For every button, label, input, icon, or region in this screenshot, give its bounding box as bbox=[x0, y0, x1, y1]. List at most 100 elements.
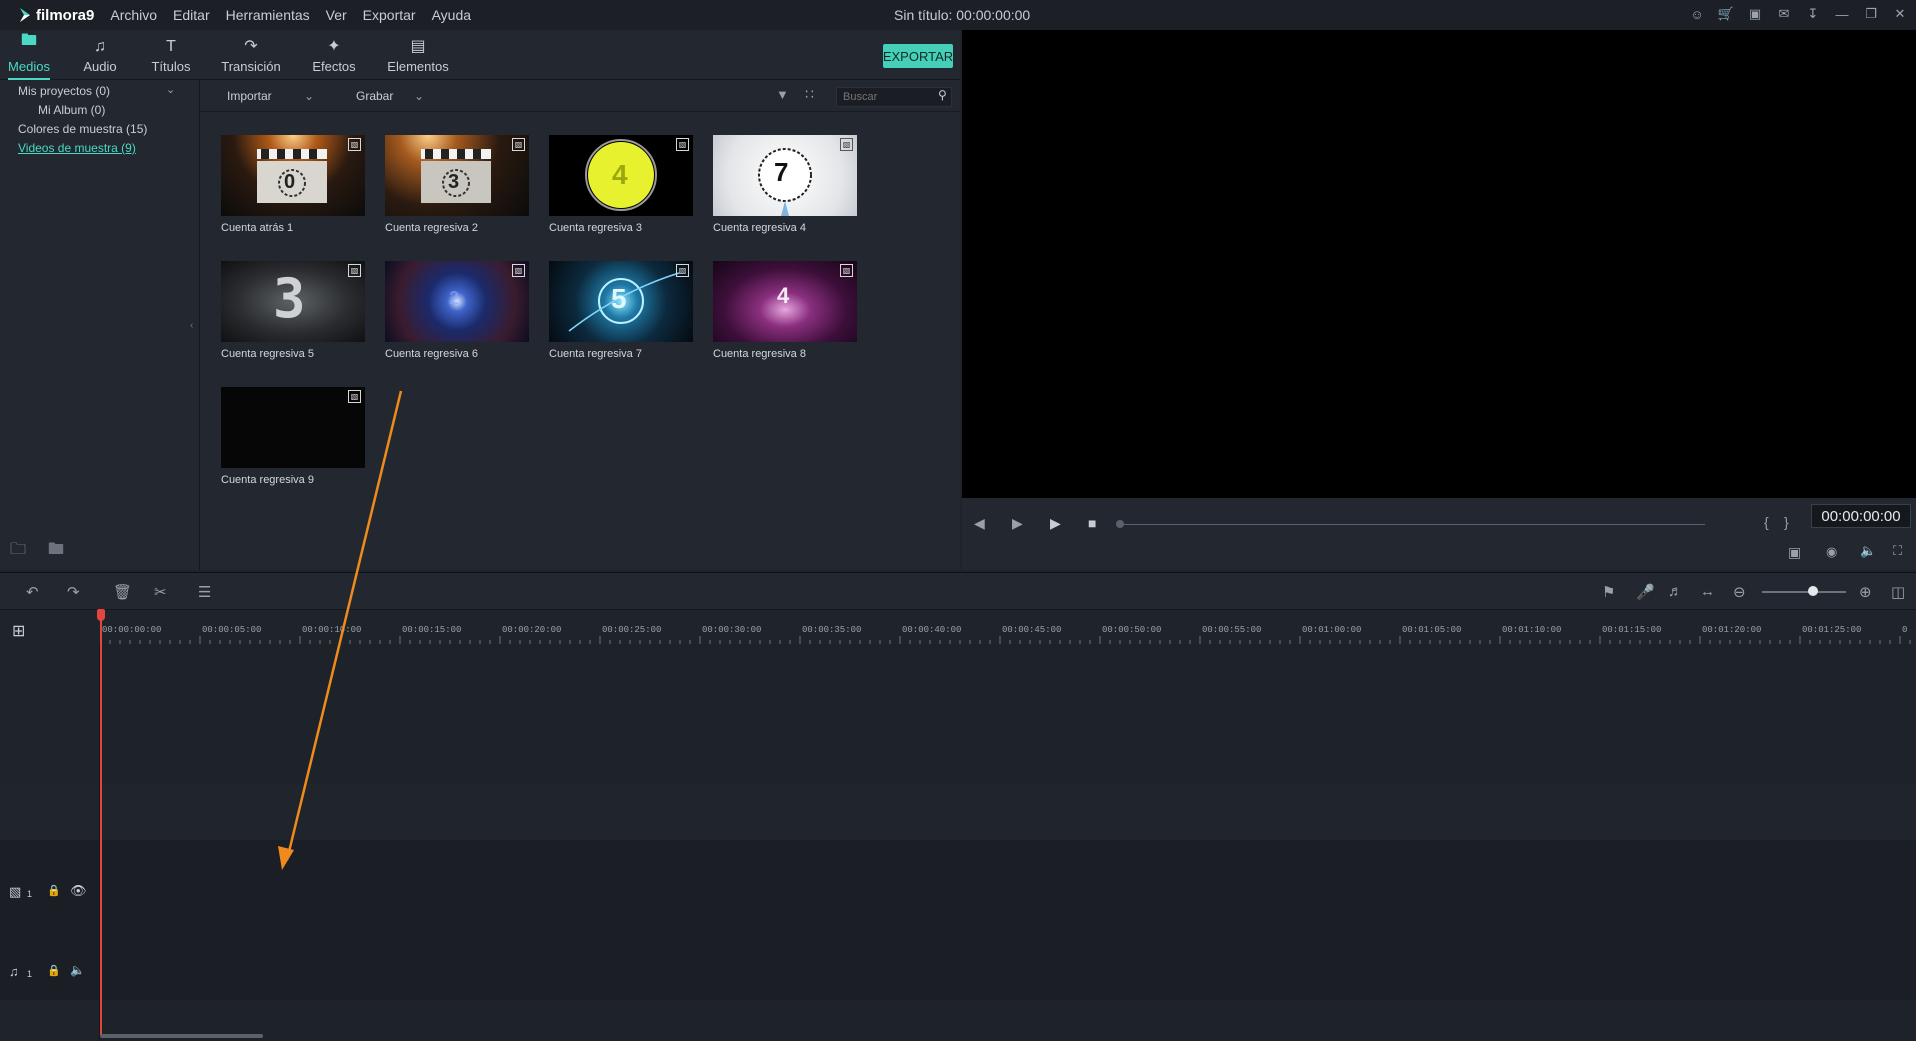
redo-icon[interactable]: ↷ bbox=[67, 583, 80, 601]
delete-folder-icon[interactable]: 🖿 bbox=[48, 538, 64, 565]
timeline-scrollbar[interactable] bbox=[100, 1034, 263, 1038]
mail-icon[interactable]: ✉ bbox=[1776, 5, 1792, 23]
fit-timeline-icon[interactable]: ↔ bbox=[1700, 583, 1715, 600]
video-clip-icon: ▧ bbox=[512, 264, 525, 277]
stop-icon[interactable]: ■ bbox=[1088, 515, 1096, 531]
mark-in-button[interactable]: { bbox=[1764, 514, 1769, 530]
tab-elementos[interactable]: ▤ Elementos bbox=[387, 30, 448, 80]
tab-titulos[interactable]: T Títulos bbox=[150, 30, 192, 80]
preview-progress-handle[interactable] bbox=[1116, 520, 1124, 528]
media-thumbnail[interactable]: 4 ▧ bbox=[549, 135, 693, 216]
play-icon[interactable]: ▶ bbox=[1050, 515, 1061, 532]
cart-icon[interactable]: 🛒 bbox=[1718, 5, 1734, 23]
media-thumbnail[interactable]: 2 ▧ bbox=[385, 261, 529, 342]
preview-progress-track[interactable] bbox=[1119, 524, 1705, 525]
media-thumbnail[interactable]: 3 ▧ bbox=[385, 135, 529, 216]
media-label: Cuenta regresiva 8 bbox=[713, 348, 806, 360]
delete-icon[interactable]: 🗑 bbox=[113, 583, 132, 601]
media-thumbnail[interactable]: 3 ▧ bbox=[221, 261, 365, 342]
media-thumbnail[interactable]: 7 ▧ bbox=[713, 135, 857, 216]
cut-icon[interactable]: ✂ bbox=[154, 583, 167, 601]
undo-icon[interactable]: ↶ bbox=[26, 583, 39, 601]
search-input[interactable] bbox=[836, 87, 952, 107]
filmora-logo-icon bbox=[20, 8, 30, 22]
user-icon[interactable]: ☺ bbox=[1689, 5, 1705, 23]
zoom-in-icon[interactable]: ⊕ bbox=[1859, 583, 1872, 601]
video-clip-icon: ▧ bbox=[676, 264, 689, 277]
eye-icon[interactable]: 👁 bbox=[70, 883, 87, 899]
playhead-handle[interactable] bbox=[97, 609, 105, 621]
app-name: filmora9 bbox=[36, 6, 95, 24]
close-icon[interactable]: ✕ bbox=[1892, 5, 1908, 23]
menu-ayuda[interactable]: Ayuda bbox=[432, 7, 471, 23]
menu-editar[interactable]: Editar bbox=[173, 7, 210, 23]
restore-icon[interactable]: ❐ bbox=[1863, 5, 1879, 23]
window-controls: ☺ 🛒 ▣ ✉ ↧ — ❐ ✕ bbox=[1689, 5, 1908, 23]
tab-efectos[interactable]: ✦ Efectos bbox=[312, 30, 356, 80]
music-note-icon: ♫ bbox=[94, 38, 106, 55]
export-button[interactable]: EXPORTAR bbox=[883, 44, 953, 68]
timeline-ruler[interactable]: ⊞ 00:00:00:00 00:00:05:00 00:00:10:00 00:00… bbox=[0, 610, 1916, 644]
track-lane[interactable] bbox=[100, 644, 1916, 784]
search-icon[interactable]: ⚲ bbox=[938, 88, 947, 102]
marker-icon[interactable]: ⚑ bbox=[1602, 583, 1615, 601]
tab-audio[interactable]: ♫ Audio bbox=[80, 30, 120, 80]
menu-herramientas[interactable]: Herramientas bbox=[226, 7, 310, 23]
next-frame-icon[interactable]: ▶ bbox=[1012, 515, 1023, 532]
filter-icon[interactable]: ▼ bbox=[776, 87, 789, 102]
preview-viewer[interactable] bbox=[962, 30, 1916, 498]
chevron-down-icon[interactable]: ⌄ bbox=[414, 89, 424, 103]
record-dropdown[interactable]: Grabar bbox=[356, 89, 393, 103]
sidebar-item-projects[interactable]: Mis proyectos (0) bbox=[18, 84, 110, 98]
chevron-down-icon[interactable]: ⌄ bbox=[304, 89, 314, 103]
lock-icon[interactable]: 🔒 bbox=[47, 884, 61, 897]
chevron-down-icon[interactable]: ⌄ bbox=[166, 83, 175, 96]
sidebar-item-sample-videos[interactable]: Videos de muestra (9) bbox=[18, 141, 136, 155]
track-lane[interactable] bbox=[100, 784, 1916, 840]
ruler-label: 00:00:15:00 bbox=[402, 625, 462, 635]
playhead[interactable] bbox=[100, 610, 102, 1035]
snapshot-icon[interactable]: ◉ bbox=[1826, 544, 1837, 560]
microphone-icon[interactable]: 🎤 bbox=[1636, 583, 1655, 601]
save-icon[interactable]: ▣ bbox=[1747, 5, 1763, 23]
minimize-icon[interactable]: — bbox=[1834, 5, 1850, 23]
layout-icon[interactable]: ◫ bbox=[1891, 583, 1905, 601]
download-icon[interactable]: ↧ bbox=[1805, 5, 1821, 23]
volume-icon[interactable]: 🔈 bbox=[1860, 543, 1876, 559]
menu-exportar[interactable]: Exportar bbox=[363, 7, 416, 23]
audio-mixer-icon[interactable]: ♬ bbox=[1668, 583, 1683, 600]
menu-ver[interactable]: Ver bbox=[326, 7, 347, 23]
sidebar-item-sample-colors[interactable]: Colores de muestra (15) bbox=[18, 122, 147, 136]
ruler-label: 00:01:05:00 bbox=[1402, 625, 1462, 635]
media-label: Cuenta regresiva 9 bbox=[221, 474, 314, 486]
ruler-label: 00:00:35:00 bbox=[802, 625, 862, 635]
zoom-slider-track[interactable] bbox=[1762, 591, 1846, 593]
video-track-number: 1 bbox=[27, 889, 33, 899]
speaker-icon[interactable]: 🔈 bbox=[70, 963, 85, 977]
ruler-label: 0 bbox=[1902, 625, 1908, 635]
tab-medios[interactable]: 🖿 Medios bbox=[8, 30, 50, 80]
menu-archivo[interactable]: Archivo bbox=[110, 7, 157, 23]
import-dropdown[interactable]: Importar bbox=[227, 89, 272, 103]
display-settings-icon[interactable]: ▣ bbox=[1788, 544, 1801, 561]
media-thumbnail[interactable]: 4 ▧ bbox=[713, 261, 857, 342]
sidebar-item-album[interactable]: Mi Album (0) bbox=[38, 103, 105, 117]
thumbnail-digit: 0 bbox=[284, 171, 296, 193]
adjust-icon[interactable]: ☰ bbox=[198, 583, 211, 601]
add-track-icon[interactable]: ⊞ bbox=[12, 621, 25, 641]
video-track-lane[interactable] bbox=[100, 840, 1916, 944]
lock-icon[interactable]: 🔒 bbox=[47, 964, 61, 977]
audio-track-lane[interactable] bbox=[100, 944, 1916, 1000]
media-thumbnail[interactable]: ▧ bbox=[221, 387, 365, 468]
fullscreen-icon[interactable]: ⛶ bbox=[1893, 543, 1902, 559]
media-thumbnail[interactable]: 0 ▧ bbox=[221, 135, 365, 216]
previous-frame-icon[interactable]: ◀ bbox=[974, 515, 985, 532]
tab-transicion[interactable]: ↷ Transición bbox=[221, 30, 280, 80]
collapse-sidebar-icon[interactable]: ‹ bbox=[190, 320, 193, 331]
media-thumbnail[interactable]: 5 ▧ bbox=[549, 261, 693, 342]
grid-view-icon[interactable]: ∷ bbox=[805, 86, 814, 103]
zoom-out-icon[interactable]: ⊖ bbox=[1733, 583, 1746, 601]
new-folder-icon[interactable]: 🗀 bbox=[10, 538, 26, 565]
mark-out-button[interactable]: } bbox=[1784, 514, 1789, 530]
zoom-slider-handle[interactable] bbox=[1808, 586, 1818, 596]
